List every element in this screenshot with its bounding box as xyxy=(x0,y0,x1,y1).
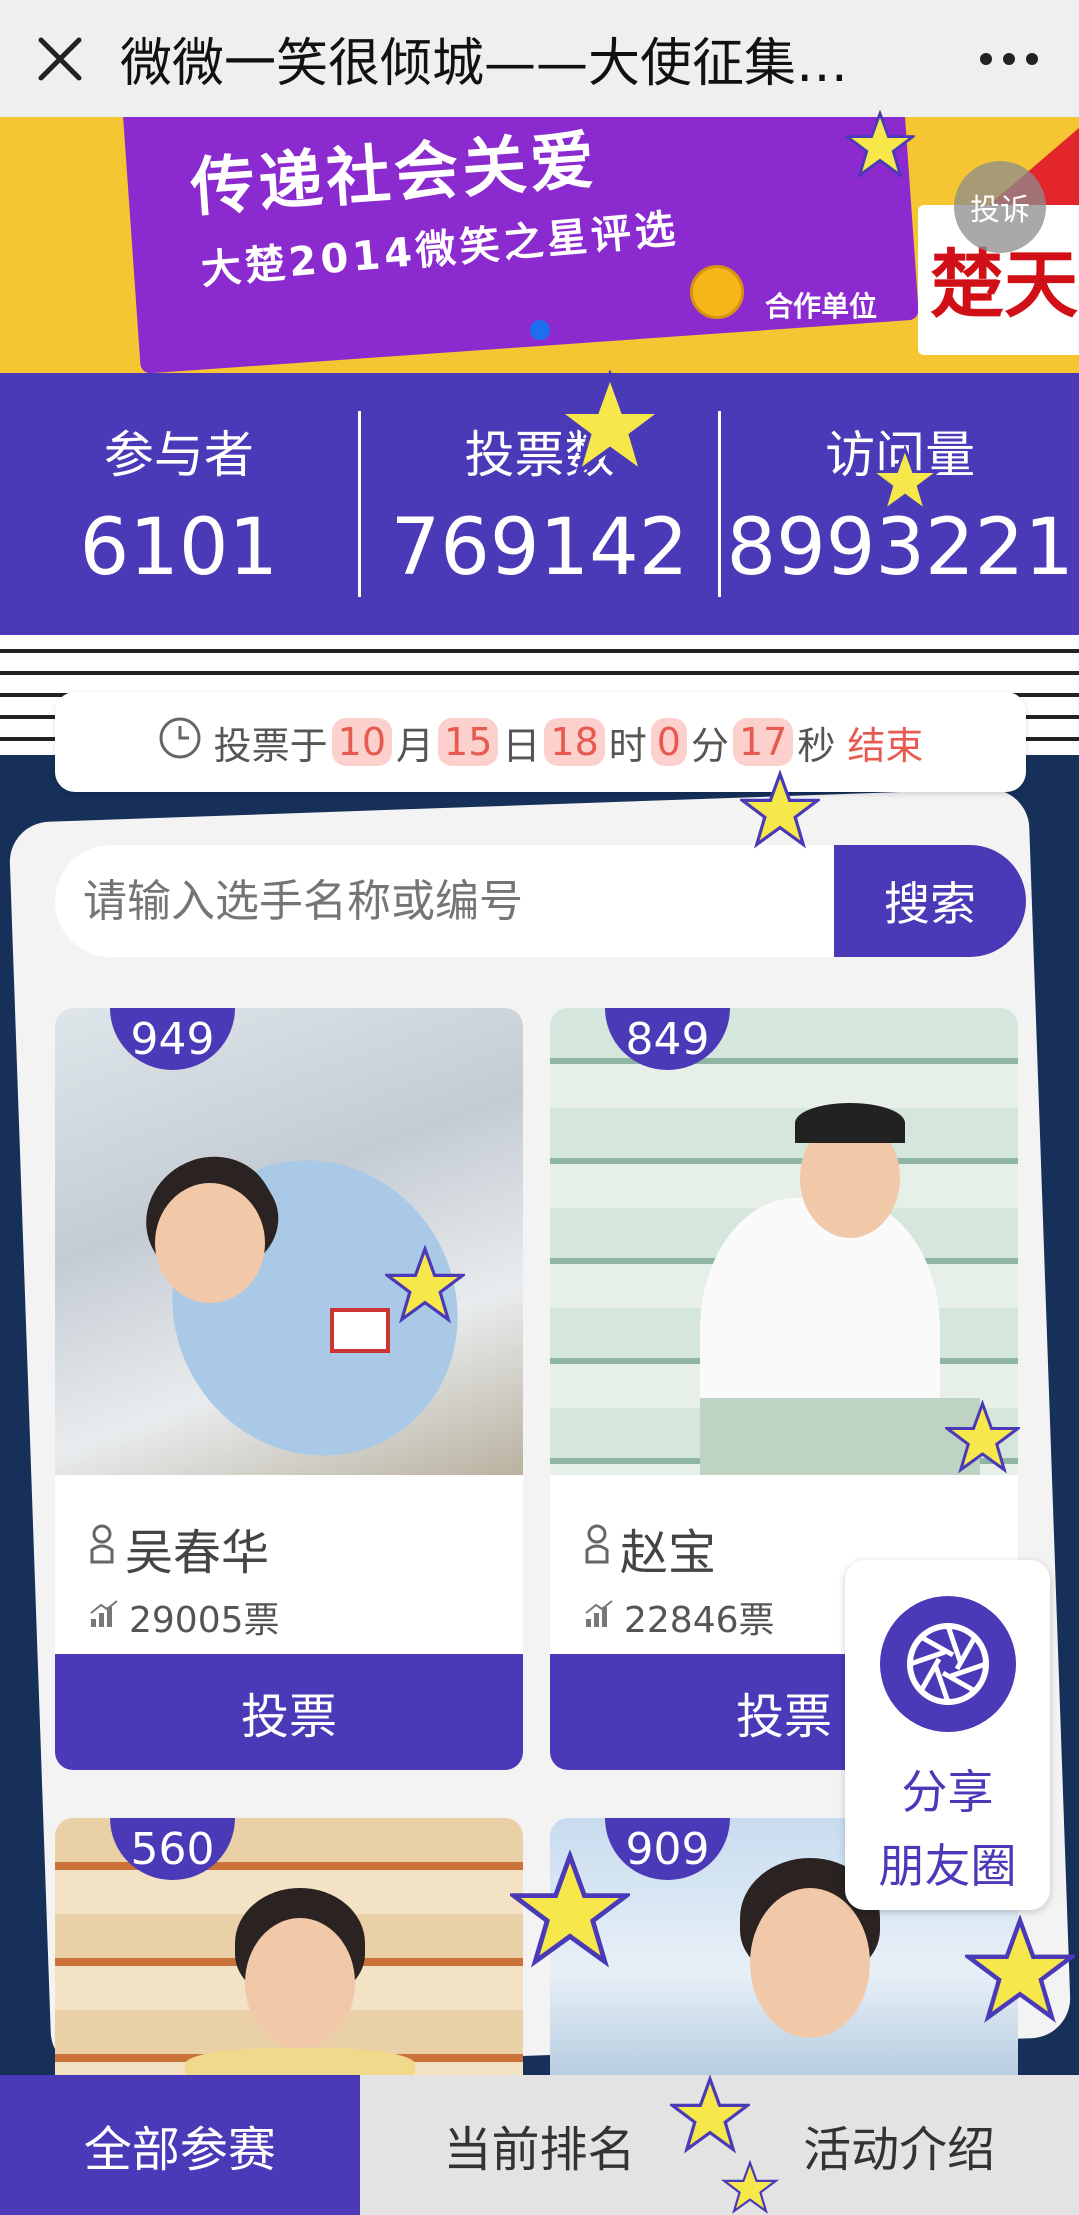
clock-icon xyxy=(158,716,202,769)
countdown-hour: 18 xyxy=(544,718,605,766)
person-icon xyxy=(89,1520,115,1576)
hair xyxy=(795,1103,905,1143)
tab-current-ranking[interactable]: 当前排名 xyxy=(360,2075,720,2215)
contestant-vote-count: 22846票 xyxy=(624,1600,775,1641)
share-moments-button[interactable]: 分享 朋友圈 xyxy=(845,1560,1050,1910)
stat-label: 参与者 xyxy=(103,426,254,484)
countdown-second: 17 xyxy=(732,718,794,766)
chart-icon xyxy=(584,1597,614,1638)
search-bar: 搜索 xyxy=(55,845,1026,957)
contestant-name: 吴春华 xyxy=(125,1525,270,1581)
contestant-card[interactable]: 560 xyxy=(55,1818,523,2075)
vote-button[interactable]: 投票 xyxy=(55,1654,523,1770)
countdown-unit: 秒 xyxy=(797,723,836,768)
star-decoration xyxy=(720,2160,780,2214)
top-nav-bar: 微微一笑很倾城——大使征集火… xyxy=(0,0,1079,117)
close-icon[interactable] xyxy=(0,0,120,117)
search-input[interactable] xyxy=(55,845,834,957)
counter xyxy=(700,1398,980,1475)
shirt xyxy=(185,2048,415,2075)
star-decoration xyxy=(510,1850,630,1968)
carousel-dot[interactable] xyxy=(530,320,550,340)
tab-all-entries[interactable]: 全部参赛 xyxy=(0,2075,360,2215)
share-label: 分享 xyxy=(901,1765,994,1819)
smiley-icon xyxy=(690,265,744,319)
page-title: 微微一笑很倾城——大使征集火… xyxy=(120,34,901,94)
countdown-unit: 日 xyxy=(502,723,541,768)
star-decoration xyxy=(385,1245,465,1324)
stat-participants: 参与者 6101 xyxy=(0,415,358,593)
countdown-minute: 0 xyxy=(650,718,687,766)
contestant-name: 赵宝 xyxy=(620,1525,717,1581)
person-icon xyxy=(584,1520,610,1576)
stat-value: 769142 xyxy=(390,503,689,593)
stat-value: 6101 xyxy=(79,503,279,593)
countdown-prefix: 投票于 xyxy=(213,723,328,768)
contestant-photo[interactable] xyxy=(55,1008,523,1475)
countdown-unit: 时 xyxy=(608,723,647,768)
star-decoration xyxy=(740,770,820,849)
countdown-unit: 分 xyxy=(690,723,729,768)
star-decoration xyxy=(945,1400,1020,1474)
contestant-votes-row: 29005票 xyxy=(89,1591,280,1643)
contestant-votes-row: 22846票 xyxy=(584,1591,775,1643)
star-decoration xyxy=(845,110,915,179)
countdown-unit: 月 xyxy=(396,723,435,768)
contestant-card[interactable]: 949 吴春华 29005票 投票 xyxy=(55,1008,523,1770)
countdown-day: 15 xyxy=(438,718,499,766)
more-icon[interactable] xyxy=(939,0,1079,117)
chart-icon xyxy=(89,1597,119,1638)
star-decoration xyxy=(670,2075,750,2154)
contestant-name-row: 吴春华 xyxy=(89,1513,269,1583)
contestant-vote-count: 29005票 xyxy=(129,1600,280,1641)
camera-aperture-icon xyxy=(879,1596,1016,1732)
report-button[interactable]: 投诉 xyxy=(954,161,1046,253)
contestant-name-row: 赵宝 xyxy=(584,1513,716,1583)
event-banner: 传递社会关爱 大楚2014微笑之星评选 合作单位 楚天 投诉 xyxy=(0,117,1079,373)
vote-countdown: 投票于 10 月 15 日 18 时 0 分 17 秒 结束 xyxy=(55,692,1026,792)
share-target-label: 朋友圈 xyxy=(878,1839,1017,1893)
stat-value: 8993221 xyxy=(726,503,1074,593)
bottom-tab-bar: 全部参赛 当前排名 活动介绍 xyxy=(0,2075,1079,2215)
search-button[interactable]: 搜索 xyxy=(834,845,1026,957)
product-box xyxy=(330,1308,390,1353)
countdown-month: 10 xyxy=(331,718,392,766)
partner-label: 合作单位 xyxy=(765,290,878,323)
countdown-suffix: 结束 xyxy=(847,723,924,768)
star-decoration xyxy=(555,370,665,478)
star-decoration xyxy=(870,445,940,514)
star-decoration xyxy=(965,1915,1075,2023)
